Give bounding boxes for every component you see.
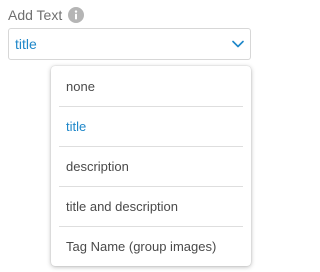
- select-value: title: [15, 36, 37, 52]
- option-title[interactable]: title: [51, 106, 251, 146]
- option-description[interactable]: description: [51, 146, 251, 186]
- info-icon[interactable]: [68, 7, 85, 23]
- option-none[interactable]: none: [51, 66, 251, 106]
- option-title-and-description[interactable]: title and description: [51, 186, 251, 226]
- add-text-label: Add Text: [8, 7, 63, 23]
- chevron-down-icon: [232, 40, 244, 48]
- dropdown-menu: none title description title and descrip…: [51, 66, 251, 266]
- add-text-select[interactable]: title: [8, 28, 251, 60]
- field-label-row: Add Text: [8, 5, 85, 25]
- option-tag-name-group-images[interactable]: Tag Name (group images): [51, 226, 251, 266]
